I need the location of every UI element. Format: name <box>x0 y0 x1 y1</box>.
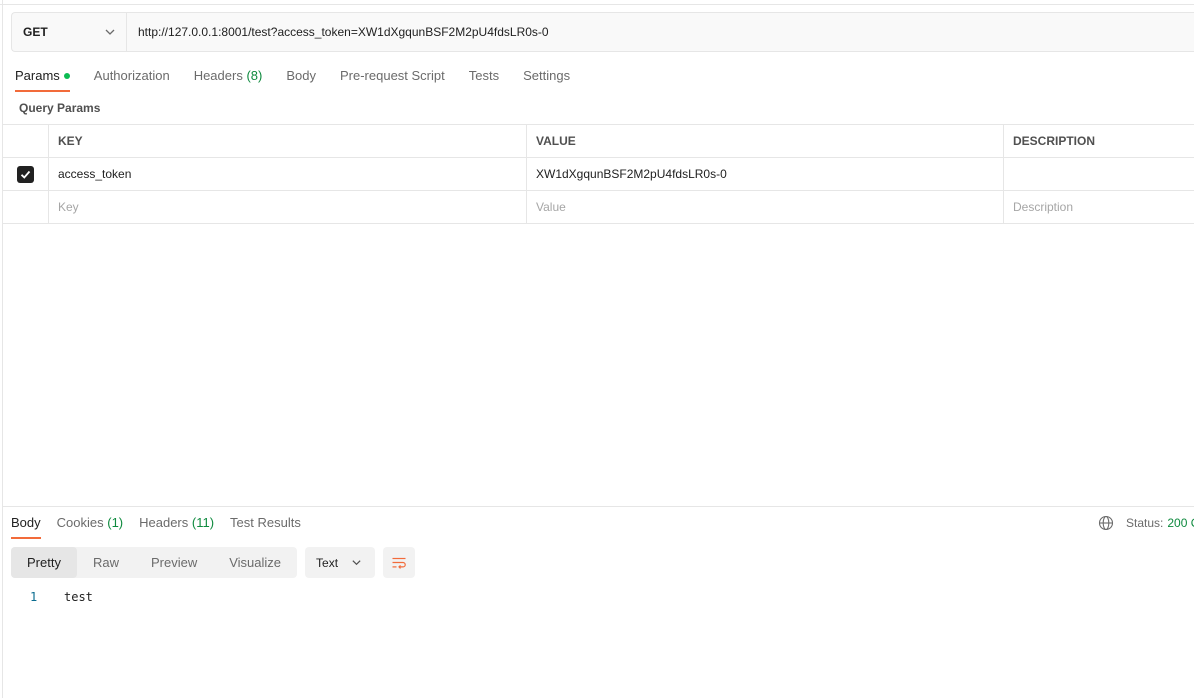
column-header-key: KEY <box>48 125 526 157</box>
response-tabs: Body Cookies (1) Headers (11) Test Resul… <box>11 513 317 539</box>
tab-tests[interactable]: Tests <box>469 66 499 92</box>
param-description-cell[interactable] <box>1003 158 1194 190</box>
response-tab-cookies-label: Cookies <box>56 515 104 530</box>
params-header-row: KEY VALUE DESCRIPTION <box>3 125 1194 158</box>
url-bar: GET http://127.0.0.1:8001/test?access_to… <box>11 12 1194 52</box>
view-pretty-button[interactable]: Pretty <box>11 547 77 578</box>
new-value-input[interactable]: Value <box>526 191 1003 223</box>
chevron-down-icon <box>105 29 115 35</box>
param-key-cell[interactable]: access_token <box>48 158 526 190</box>
url-input[interactable]: http://127.0.0.1:8001/test?access_token=… <box>127 13 1194 51</box>
tab-authorization[interactable]: Authorization <box>94 66 170 92</box>
tab-pre-request-script[interactable]: Pre-request Script <box>340 66 445 92</box>
column-header-value: VALUE <box>526 125 1003 157</box>
line-number: 1 <box>30 590 38 604</box>
tab-settings-label: Settings <box>523 68 571 83</box>
empty-checkbox-cell <box>3 191 48 223</box>
status-label: Status: <box>1126 516 1164 530</box>
tab-body[interactable]: Body <box>286 66 316 92</box>
top-border <box>0 0 1194 5</box>
method-label: GET <box>23 25 48 39</box>
tab-body-label: Body <box>286 68 316 83</box>
response-tab-body-label: Body <box>11 515 41 530</box>
response-divider[interactable] <box>3 506 1194 507</box>
param-value-cell[interactable]: XW1dXgqunBSF2M2pU4fdsLR0s-0 <box>526 158 1003 190</box>
tab-params-label: Params <box>15 68 60 83</box>
response-tab-headers[interactable]: Headers (11) <box>139 513 214 539</box>
params-indicator-dot <box>63 72 70 79</box>
view-raw-button[interactable]: Raw <box>77 547 135 578</box>
new-description-input[interactable]: Description <box>1003 191 1194 223</box>
response-tab-test-results[interactable]: Test Results <box>230 513 301 539</box>
response-tab-cookies[interactable]: Cookies (1) <box>57 513 123 539</box>
header-checkbox-cell <box>3 125 48 157</box>
response-tab-headers-count: (11) <box>191 515 215 530</box>
tab-headers[interactable]: Headers (8) <box>194 66 263 92</box>
params-table: KEY VALUE DESCRIPTION access_token XW1dX… <box>3 124 1194 224</box>
tab-headers-label: Headers <box>193 68 243 83</box>
format-label: Text <box>316 555 339 570</box>
response-toolbar: Pretty Raw Preview Visualize Text <box>11 547 416 578</box>
table-row: access_token XW1dXgqunBSF2M2pU4fdsLR0s-0 <box>3 158 1194 191</box>
response-status: Status: 200 O <box>1098 515 1194 531</box>
response-tab-test-results-label: Test Results <box>230 515 301 530</box>
response-tab-cookies-count: (1) <box>107 515 124 530</box>
column-header-description: DESCRIPTION <box>1003 125 1194 157</box>
wrap-lines-button[interactable] <box>383 547 416 578</box>
param-checkbox[interactable] <box>17 165 34 183</box>
tab-params[interactable]: Params <box>15 66 70 92</box>
checkmark-icon <box>20 170 31 179</box>
view-mode-segmented: Pretty Raw Preview Visualize <box>11 547 298 578</box>
tab-authorization-label: Authorization <box>93 68 170 83</box>
request-tabs: Params Authorization Headers (8) Body Pr… <box>15 66 594 92</box>
status-value: 200 O <box>1167 516 1194 530</box>
url-text: http://127.0.0.1:8001/test?access_token=… <box>138 25 549 39</box>
code-line: test <box>64 590 93 604</box>
row-checkbox-cell <box>3 158 48 190</box>
globe-icon[interactable] <box>1098 515 1114 531</box>
view-preview-button[interactable]: Preview <box>135 547 213 578</box>
tab-pre-request-script-label: Pre-request Script <box>339 68 445 83</box>
method-select[interactable]: GET <box>12 13 127 51</box>
response-tab-body[interactable]: Body <box>11 513 41 539</box>
response-tab-headers-label: Headers <box>139 515 189 530</box>
format-select[interactable]: Text <box>305 547 376 578</box>
new-key-input[interactable]: Key <box>48 191 526 223</box>
chevron-down-icon <box>352 560 361 566</box>
response-body-editor[interactable]: 1 test <box>30 590 93 604</box>
table-row-empty: Key Value Description <box>3 191 1194 224</box>
wrap-lines-icon <box>392 557 406 569</box>
tab-settings[interactable]: Settings <box>523 66 570 92</box>
query-params-title: Query Params <box>19 101 101 115</box>
view-visualize-button[interactable]: Visualize <box>213 547 297 578</box>
tab-tests-label: Tests <box>468 68 500 83</box>
left-border <box>2 0 3 698</box>
tab-headers-count: (8) <box>246 68 263 83</box>
